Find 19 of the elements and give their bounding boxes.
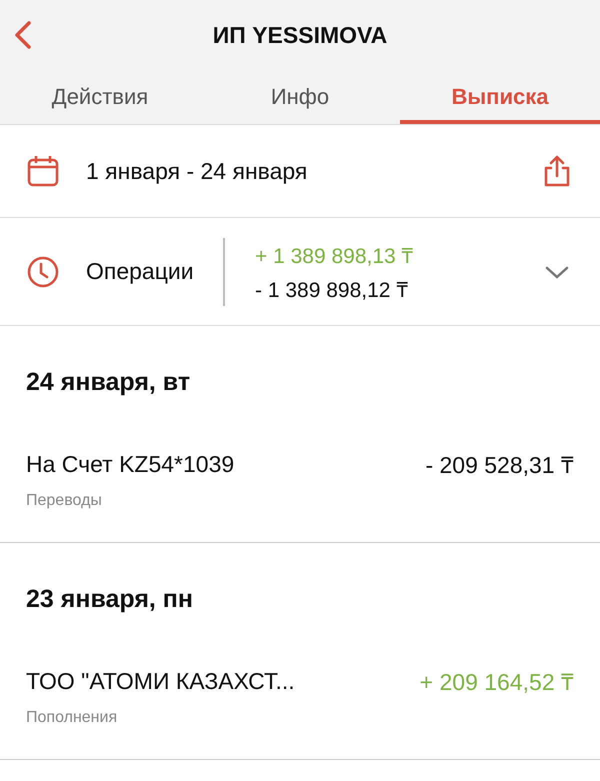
screen-title: ИП YESSIMOVA bbox=[212, 22, 388, 48]
operations-label: Операции bbox=[86, 258, 195, 285]
transaction-amount: + 209 164,52 ₸ bbox=[420, 668, 574, 697]
expense-total: - 1 389 898,12 ₸ bbox=[255, 278, 409, 302]
tab[interactable]: Выписка bbox=[400, 70, 600, 124]
day-heading: 23 января, пн bbox=[26, 584, 194, 615]
transaction-title[interactable]: ТОО "АТОМИ КАЗАХСТ... bbox=[26, 668, 295, 694]
transaction-category: Пополнения bbox=[26, 709, 118, 727]
transaction-category: Переводы bbox=[26, 492, 103, 510]
date-range[interactable]: 1 января - 24 января bbox=[86, 158, 540, 184]
tab[interactable]: Инфо bbox=[200, 70, 400, 124]
back-icon[interactable] bbox=[12, 20, 34, 50]
calendar-icon bbox=[26, 154, 60, 188]
clock-icon bbox=[26, 254, 60, 288]
day-heading: 24 января, вт bbox=[26, 367, 192, 398]
tab[interactable]: Действия bbox=[0, 70, 200, 124]
transaction-amount: - 209 528,31 ₸ bbox=[425, 451, 574, 480]
income-total: + 1 389 898,13 ₸ bbox=[255, 244, 414, 268]
transaction-title[interactable]: На Счет KZ54*1039 bbox=[26, 450, 234, 478]
